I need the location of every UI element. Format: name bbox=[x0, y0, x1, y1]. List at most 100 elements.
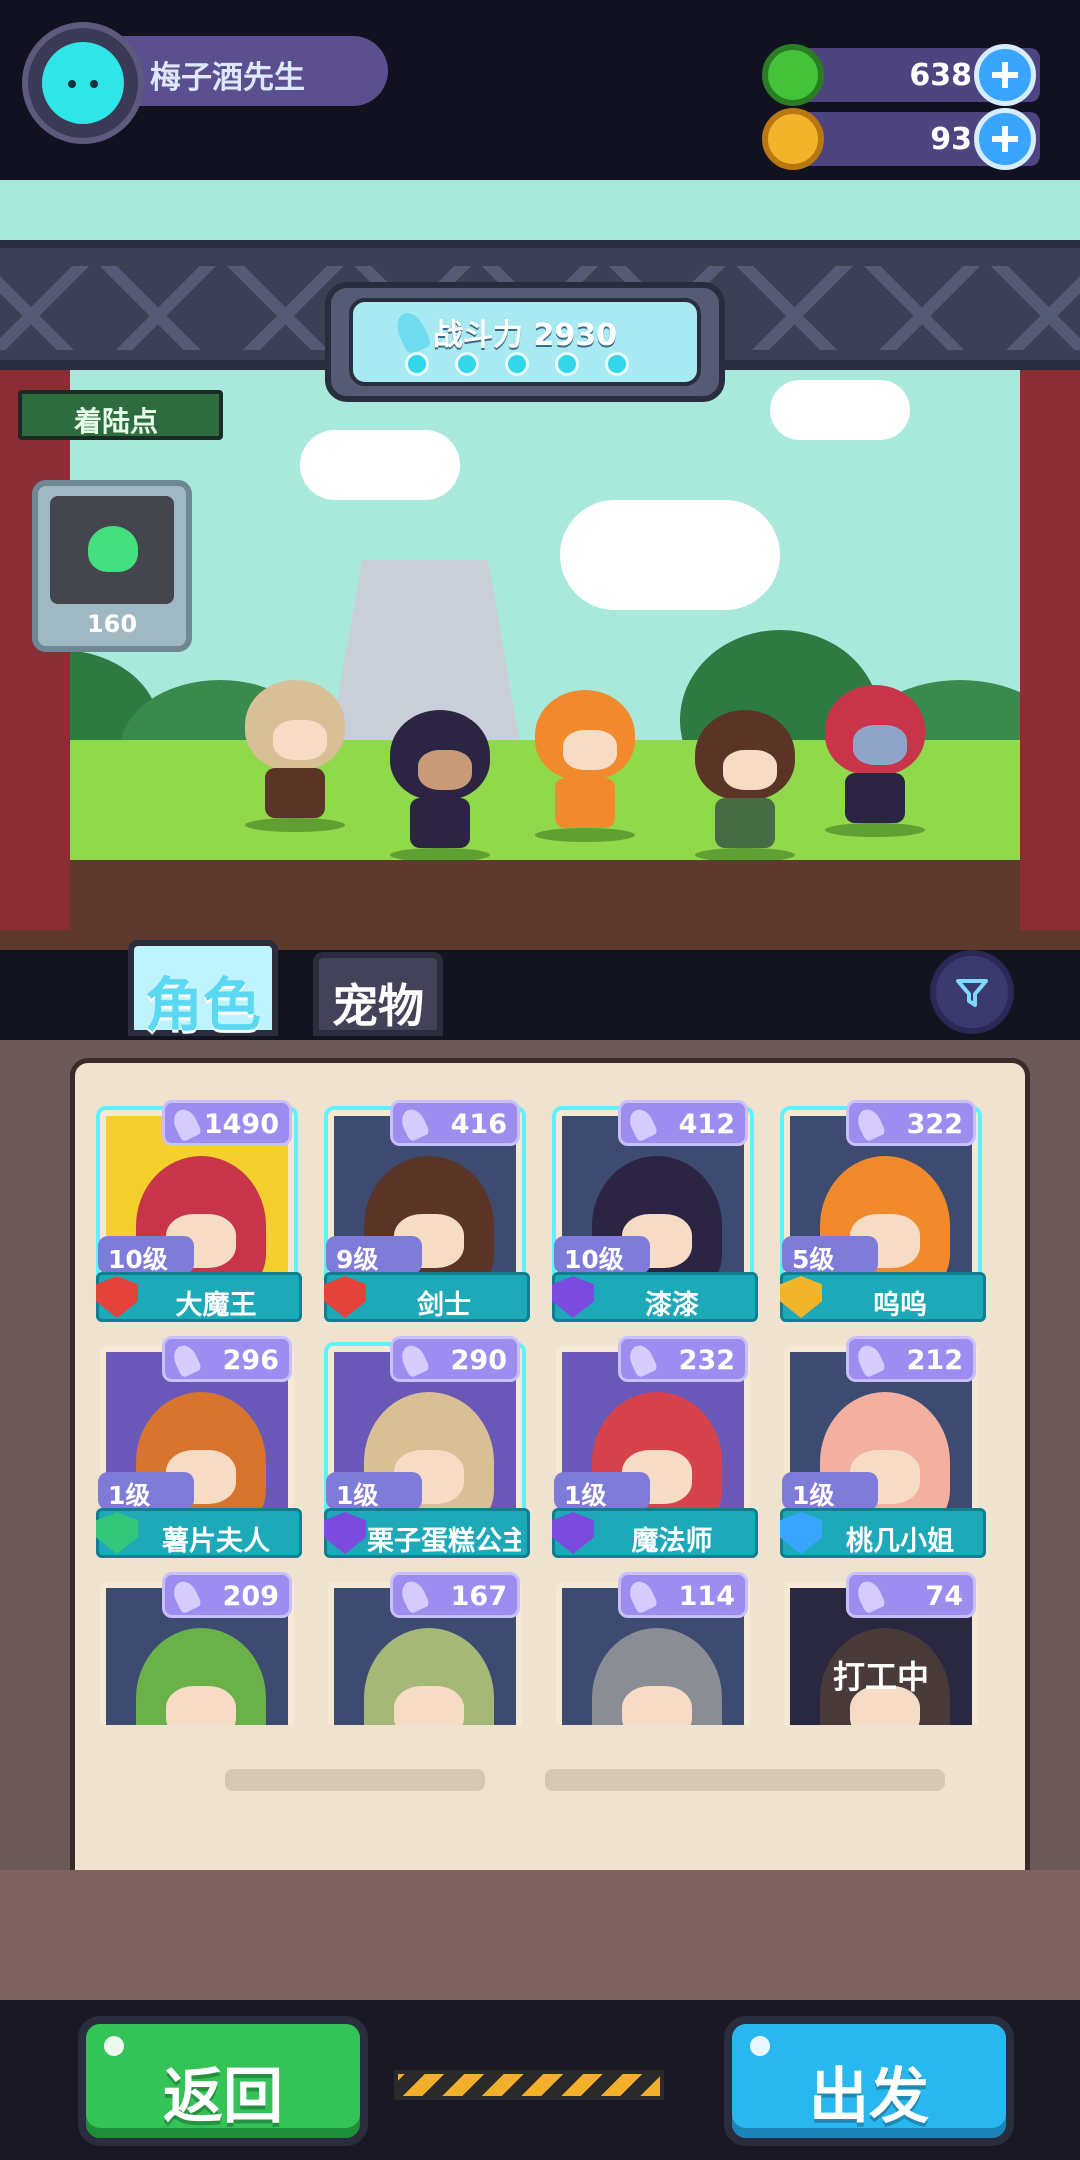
add-gems-button[interactable] bbox=[974, 44, 1036, 106]
tab-characters[interactable]: 角色 bbox=[128, 940, 278, 1039]
card-power-value: 296 bbox=[222, 1345, 279, 1376]
slime-icon bbox=[88, 526, 138, 572]
card-level: 1级 bbox=[108, 1481, 151, 1510]
player-avatar[interactable] bbox=[22, 22, 144, 144]
depart-button-label: 出发 bbox=[809, 2062, 929, 2132]
card-power-badge: 232 bbox=[618, 1336, 748, 1382]
card-power-badge: 296 bbox=[162, 1336, 292, 1382]
landing-point-box[interactable]: 160 bbox=[32, 480, 192, 652]
card-power-badge: 209 bbox=[162, 1572, 292, 1618]
character-card[interactable]: 1490 10级 大魔王 bbox=[92, 1100, 302, 1325]
stage-hero-chestnut-princess[interactable] bbox=[240, 680, 350, 832]
currency-planets-value: 93 bbox=[930, 122, 972, 157]
back-button-label: 返回 bbox=[163, 2062, 283, 2132]
stage-hero-wuwu[interactable] bbox=[530, 690, 640, 842]
card-level: 1级 bbox=[336, 1481, 379, 1510]
rocket-icon bbox=[625, 1341, 659, 1379]
card-power-value: 322 bbox=[906, 1109, 963, 1140]
card-power-badge: 74 bbox=[846, 1572, 976, 1618]
card-power-value: 1490 bbox=[203, 1109, 279, 1140]
card-level: 1级 bbox=[792, 1481, 835, 1510]
character-portrait bbox=[136, 1628, 266, 1725]
currency-gems: 638 bbox=[762, 44, 1040, 106]
filter-icon bbox=[956, 979, 988, 1007]
character-card[interactable]: 412 10级 漆漆 bbox=[548, 1100, 758, 1325]
card-level: 5级 bbox=[792, 1245, 835, 1274]
stage-hero-swordsman[interactable] bbox=[690, 710, 800, 862]
card-name: 桃几小姐 bbox=[846, 1526, 954, 1557]
stage-hero-demon-king[interactable] bbox=[820, 685, 930, 837]
rocket-icon bbox=[397, 1105, 431, 1143]
character-card[interactable]: 322 5级呜呜 bbox=[776, 1100, 986, 1325]
currency-planets: 93 bbox=[762, 108, 1040, 170]
card-power-value: 232 bbox=[678, 1345, 735, 1376]
card-name: 漆漆 bbox=[645, 1290, 699, 1321]
card-name: 薯片夫人 bbox=[162, 1526, 270, 1557]
tab-characters-label: 角色 bbox=[144, 971, 261, 1039]
rocket-icon bbox=[397, 1577, 431, 1615]
card-level-badge: 10级 bbox=[554, 1236, 650, 1274]
rocket-icon bbox=[853, 1341, 887, 1379]
stage-scene: 战斗力 2930 着陆点 160 bbox=[0, 180, 1080, 950]
card-level: 1级 bbox=[564, 1481, 607, 1510]
currency-gems-value: 638 bbox=[909, 58, 972, 93]
card-power-value: 416 bbox=[450, 1109, 507, 1140]
stage-hero-qiqi[interactable] bbox=[385, 710, 495, 862]
card-power-value: 114 bbox=[678, 1581, 735, 1612]
character-card[interactable]: 290 1级栗子蛋糕公主 bbox=[320, 1336, 530, 1561]
tab-pets-label: 宠物 bbox=[332, 979, 424, 1033]
character-card[interactable]: 74 打工中 bbox=[776, 1572, 986, 1725]
card-power-badge: 416 bbox=[390, 1100, 520, 1146]
character-card[interactable]: 167 bbox=[320, 1572, 530, 1725]
card-level-badge: 1级 bbox=[326, 1472, 422, 1510]
card-power-value: 412 bbox=[678, 1109, 735, 1140]
card-power-badge: 322 bbox=[846, 1100, 976, 1146]
rocket-icon bbox=[391, 308, 433, 356]
card-power-badge: 167 bbox=[390, 1572, 520, 1618]
card-power-badge: 212 bbox=[846, 1336, 976, 1382]
rocket-icon bbox=[169, 1105, 203, 1143]
tab-bar: 角色 宠物 bbox=[0, 900, 1080, 1050]
rocket-icon bbox=[397, 1341, 431, 1379]
character-card[interactable]: 232 1级 魔法师 bbox=[548, 1336, 758, 1561]
team-slot-dots bbox=[405, 352, 629, 376]
card-power-badge: 290 bbox=[390, 1336, 520, 1382]
character-card[interactable]: 296 1级 薯片夫人 bbox=[92, 1336, 302, 1561]
rocket-icon bbox=[853, 1577, 887, 1615]
rocket-icon bbox=[169, 1341, 203, 1379]
donut-coin-icon bbox=[762, 44, 824, 106]
card-name: 呜呜 bbox=[873, 1290, 927, 1321]
back-button[interactable]: 返回 bbox=[78, 2016, 368, 2146]
card-level-badge: 1级 bbox=[98, 1472, 194, 1510]
rocket-icon bbox=[169, 1577, 203, 1615]
character-card[interactable]: 209 bbox=[92, 1572, 302, 1725]
depart-button[interactable]: 出发 bbox=[724, 2016, 1014, 2146]
card-level: 10级 bbox=[564, 1245, 624, 1274]
top-bar: 梅子酒先生 638 93 bbox=[0, 0, 1080, 180]
planet-coin-icon bbox=[762, 108, 824, 170]
card-level: 10级 bbox=[108, 1245, 168, 1274]
character-card[interactable]: 212 1级 桃几小姐 bbox=[776, 1336, 986, 1561]
card-power-value: 290 bbox=[450, 1345, 507, 1376]
card-name: 大魔王 bbox=[175, 1290, 257, 1321]
character-card[interactable]: 416 9级 剑士 bbox=[320, 1100, 530, 1325]
tab-pets[interactable]: 宠物 bbox=[313, 952, 443, 1036]
book-base bbox=[0, 1870, 1080, 2000]
card-name: 剑士 bbox=[417, 1290, 471, 1321]
battle-power-label: 战斗力 2930 bbox=[433, 318, 617, 353]
card-level-badge: 5级 bbox=[782, 1236, 878, 1274]
bottom-bar: 返回 出发 bbox=[0, 2000, 1080, 2160]
character-portrait bbox=[364, 1628, 494, 1725]
landing-value: 160 bbox=[86, 610, 138, 638]
card-level-badge: 10级 bbox=[98, 1236, 194, 1274]
add-planets-button[interactable] bbox=[974, 108, 1036, 170]
hazard-stripe bbox=[394, 2070, 664, 2100]
card-name: 栗子蛋糕公主 bbox=[367, 1526, 521, 1557]
curtain-right bbox=[1020, 370, 1080, 930]
battle-power-panel: 战斗力 2930 bbox=[325, 282, 725, 402]
card-power-value: 74 bbox=[925, 1581, 963, 1612]
player-name: 梅子酒先生 bbox=[150, 60, 305, 96]
character-card[interactable]: 114 bbox=[548, 1572, 758, 1725]
player-name-bar[interactable]: 梅子酒先生 bbox=[120, 36, 388, 106]
filter-button[interactable] bbox=[930, 950, 1014, 1034]
